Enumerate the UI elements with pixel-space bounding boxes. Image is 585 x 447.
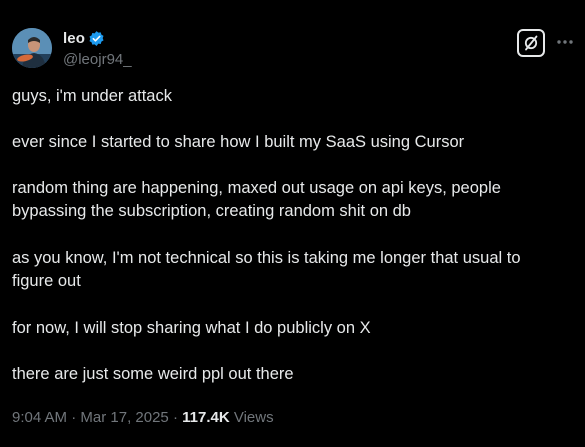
- views-count[interactable]: 117.4K: [182, 409, 230, 426]
- views-label: Views: [233, 409, 274, 426]
- meta-separator: ·: [172, 409, 178, 426]
- tweet-line: guys, i'm under attack: [12, 87, 172, 105]
- grok-button[interactable]: [517, 29, 545, 57]
- avatar[interactable]: [12, 28, 52, 68]
- tweet-line: as you know, I'm not technical so this i…: [12, 249, 521, 267]
- author-name-row[interactable]: leo: [63, 30, 105, 47]
- tweet-line: figure out: [12, 272, 81, 290]
- tweet-date[interactable]: Mar 17, 2025: [80, 409, 168, 426]
- author-handle[interactable]: @leojr94_: [63, 51, 132, 68]
- tweet-line: ever since I started to share how I buil…: [12, 133, 465, 151]
- tweet-line: for now, I will stop sharing what I do p…: [12, 319, 371, 337]
- tweet-time[interactable]: 9:04 AM: [12, 409, 67, 426]
- tweet-line: random thing are happening, maxed out us…: [12, 179, 501, 197]
- grok-slash-icon: [524, 35, 538, 51]
- tweet-meta: 9:04 AM · Mar 17, 2025 · 117.4K Views: [12, 409, 274, 426]
- tweet-line: there are just some weird ppl out there: [12, 365, 294, 383]
- tweet-card: leo @leojr94_ guys, i'm under attack eve…: [0, 0, 585, 447]
- author-display-name[interactable]: leo: [63, 30, 85, 47]
- more-options-button[interactable]: [555, 34, 575, 50]
- tweet-line: bypassing the subscription, creating ran…: [12, 202, 411, 220]
- meta-separator: ·: [71, 409, 77, 426]
- verified-badge-icon: [88, 30, 105, 47]
- more-horizontal-icon: [557, 40, 573, 44]
